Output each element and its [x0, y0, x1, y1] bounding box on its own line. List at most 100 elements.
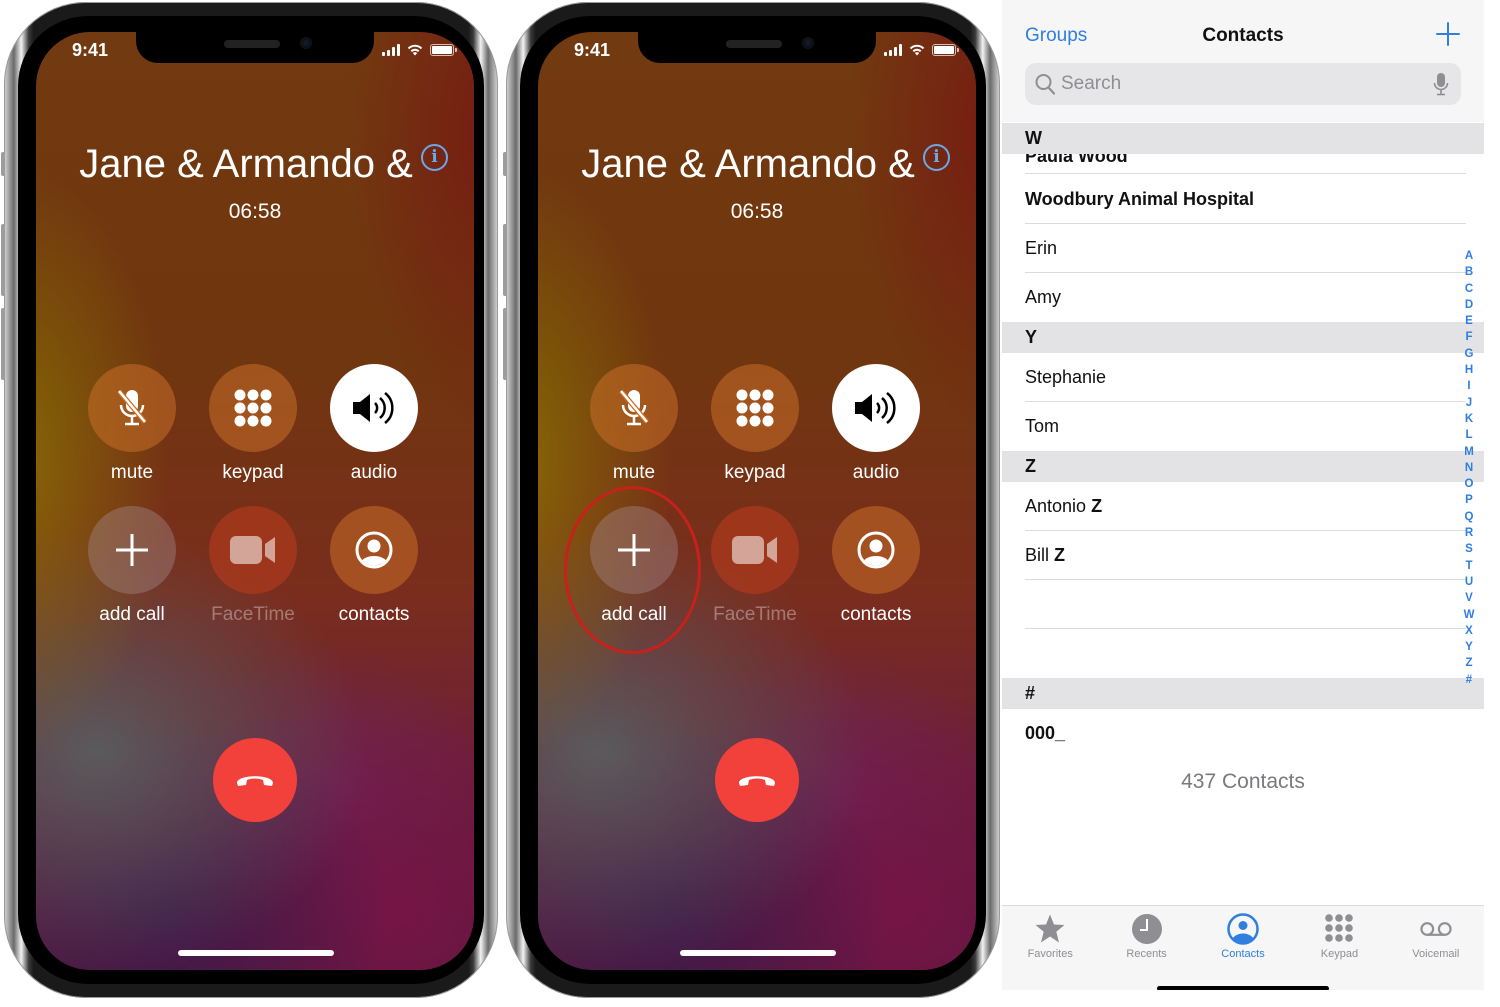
video-camera-icon — [230, 536, 275, 564]
home-indicator[interactable] — [178, 950, 334, 956]
index-letter[interactable]: # — [1466, 672, 1472, 688]
tab-label: Favorites — [1027, 948, 1073, 960]
person-circle-icon — [857, 531, 895, 569]
index-letter[interactable]: N — [1465, 460, 1473, 476]
contact-row[interactable] — [1025, 580, 1466, 629]
index-letter[interactable]: K — [1465, 411, 1473, 427]
search-icon — [1035, 74, 1055, 95]
facetime-button[interactable]: FaceTime — [193, 506, 313, 626]
index-letter[interactable]: L — [1465, 427, 1472, 443]
end-call-button[interactable] — [715, 738, 799, 822]
index-letter[interactable]: Q — [1465, 509, 1474, 525]
silent-switch — [1, 152, 5, 176]
facetime-button[interactable]: FaceTime — [695, 506, 815, 626]
plus-icon — [116, 534, 148, 566]
tab-contacts[interactable]: Contacts — [1195, 906, 1291, 990]
tab-label: Keypad — [1320, 948, 1359, 960]
index-letter[interactable]: V — [1465, 590, 1473, 606]
volume-up-button — [1, 224, 5, 296]
section-index-bar[interactable]: A B C D E F G H I J K L M N O P Q R S T U V W X Y Z # — [1462, 248, 1476, 688]
contacts-header: Groups Contacts — [1002, 0, 1484, 122]
index-letter[interactable]: D — [1465, 297, 1473, 313]
index-letter[interactable]: U — [1465, 574, 1473, 590]
contact-row[interactable]: Erin — [1025, 224, 1466, 273]
contact-first-name: Erin — [1025, 238, 1058, 258]
index-letter[interactable]: W — [1464, 607, 1475, 623]
keypad-icon — [234, 389, 272, 427]
contact-last-name: Z — [1054, 545, 1066, 565]
phone-1: 9:41 Jane & Armando & i 06:58 mute keypa… — [1, 2, 498, 998]
index-letter[interactable]: F — [1465, 329, 1472, 345]
contact-row[interactable]: Tom — [1025, 402, 1466, 451]
index-letter[interactable]: A — [1465, 248, 1473, 264]
index-letter[interactable]: M — [1464, 444, 1474, 460]
star-icon — [1035, 914, 1065, 943]
contact-row[interactable]: Bill Z — [1025, 531, 1466, 580]
end-call-button[interactable] — [213, 738, 297, 822]
search-input[interactable] — [1061, 69, 1421, 99]
mute-label: mute — [110, 462, 154, 483]
contacts-button[interactable]: contacts — [314, 506, 434, 626]
index-letter[interactable]: X — [1465, 623, 1473, 639]
facetime-label: FaceTime — [211, 604, 295, 625]
contact-row[interactable]: Amy — [1025, 273, 1466, 322]
tab-voicemail[interactable]: Voicemail — [1388, 906, 1484, 990]
add-call-button[interactable]: add call — [72, 506, 192, 626]
mic-slash-icon — [619, 389, 649, 426]
contact-row[interactable]: Paula Wood — [1025, 152, 1466, 174]
add-contact-button[interactable] — [1436, 22, 1460, 46]
index-letter[interactable]: T — [1465, 558, 1472, 574]
index-letter[interactable]: O — [1465, 476, 1474, 492]
info-icon[interactable]: i — [421, 144, 448, 171]
contacts-button[interactable]: contacts — [816, 506, 936, 626]
signal-icon — [382, 44, 400, 56]
audio-button[interactable]: audio — [816, 364, 936, 484]
status-icons — [382, 43, 457, 56]
tab-recents[interactable]: Recents — [1098, 906, 1194, 990]
index-letter[interactable]: S — [1465, 541, 1473, 557]
audio-button[interactable]: audio — [314, 364, 434, 484]
search-bar[interactable] — [1025, 63, 1461, 105]
person-circle-icon — [355, 531, 393, 569]
mute-label: mute — [612, 462, 656, 483]
notch — [136, 32, 374, 63]
voicemail-icon — [1420, 922, 1452, 936]
index-letter[interactable]: R — [1465, 525, 1473, 541]
home-indicator[interactable] — [1157, 986, 1329, 990]
volume-up-button — [503, 224, 507, 296]
index-letter[interactable]: I — [1467, 378, 1470, 394]
index-letter[interactable]: P — [1465, 492, 1473, 508]
wifi-icon — [909, 44, 925, 56]
index-letter[interactable]: Y — [1465, 639, 1473, 655]
battery-icon — [932, 44, 959, 56]
audio-label: audio — [350, 462, 398, 483]
home-indicator[interactable] — [680, 950, 836, 956]
contact-row[interactable]: Woodbury Animal Hospital — [1025, 175, 1466, 224]
index-letter[interactable]: B — [1465, 264, 1473, 280]
call-screen: 9:41 Jane & Armando & i 06:58 mute keypa… — [36, 32, 474, 970]
page-title: Contacts — [1202, 25, 1284, 46]
call-timer: 06:58 — [730, 200, 784, 223]
section-header-y: Y — [1002, 322, 1484, 353]
contact-row[interactable]: 000_ — [1025, 709, 1466, 758]
stage: 9:41 Jane & Armando & i 06:58 mute keypa… — [0, 0, 1500, 1007]
add-call-highlight-ring — [564, 486, 701, 654]
microphone-icon[interactable] — [1433, 72, 1449, 96]
mute-button[interactable]: mute — [574, 364, 694, 484]
tab-keypad[interactable]: Keypad — [1291, 906, 1387, 990]
index-letter[interactable]: E — [1465, 313, 1473, 329]
index-letter[interactable]: G — [1465, 346, 1474, 362]
notch — [638, 32, 876, 63]
keypad-button[interactable]: keypad — [193, 364, 313, 484]
keypad-button[interactable]: keypad — [695, 364, 815, 484]
contact-row[interactable]: Stephanie — [1025, 353, 1466, 402]
add-call-label: add call — [99, 604, 165, 625]
mute-button[interactable]: mute — [72, 364, 192, 484]
index-letter[interactable]: J — [1466, 395, 1472, 411]
contact-row[interactable]: Antonio Z — [1025, 482, 1466, 531]
index-letter[interactable]: H — [1465, 362, 1473, 378]
info-icon[interactable]: i — [923, 144, 950, 171]
tab-favorites[interactable]: Favorites — [1002, 906, 1098, 990]
index-letter[interactable]: Z — [1465, 655, 1472, 671]
index-letter[interactable]: C — [1465, 281, 1473, 297]
